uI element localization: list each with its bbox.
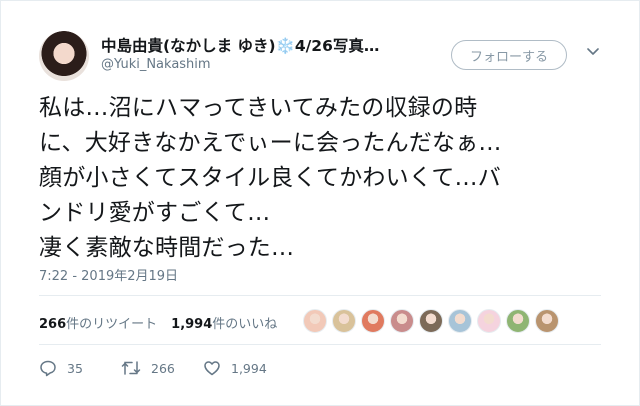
user-handle[interactable]: @Yuki_Nakashim <box>101 57 211 72</box>
liker-avatars <box>303 309 564 333</box>
like-stat-label: 件のいいね <box>212 317 278 332</box>
like-count: 1,994 <box>171 317 213 332</box>
like-action-count: 1,994 <box>231 360 267 376</box>
tweet-card: 中島由貴(なかしま ゆき)❄️4/26写真… @Yuki_Nakashim フォ… <box>0 0 640 406</box>
tweet-timestamp[interactable]: 7:22 - 2019年2月19日 <box>39 265 178 284</box>
retweet-button[interactable]: 266 <box>121 359 203 377</box>
tweet-text: 私は…沼にハマってきいてみたの収録の時 に、大好きなかえでぃーに会ったんだなぁ…… <box>39 95 502 261</box>
liker-avatar[interactable] <box>448 309 472 333</box>
liker-avatar[interactable] <box>535 309 559 333</box>
liker-avatar[interactable] <box>477 309 501 333</box>
divider <box>39 295 601 296</box>
tweet-stats: 266件のリツイート 1,994件のいいね <box>39 313 277 332</box>
chevron-down-icon[interactable] <box>585 44 601 60</box>
liker-avatar[interactable] <box>303 309 327 333</box>
follow-button[interactable]: フォローする <box>451 40 567 70</box>
like-stat[interactable]: 1,994件のいいね <box>171 317 277 332</box>
liker-avatar[interactable] <box>390 309 414 333</box>
liker-avatar[interactable] <box>419 309 443 333</box>
profile-avatar[interactable] <box>39 31 89 81</box>
retweet-stat-label: 件のリツイート <box>66 317 158 332</box>
reply-button[interactable]: 35 <box>39 359 121 377</box>
like-button[interactable]: 1,994 <box>203 359 303 377</box>
retweet-stat[interactable]: 266件のリツイート <box>39 317 157 332</box>
reply-count: 35 <box>67 360 83 376</box>
reply-icon <box>39 359 57 377</box>
liker-avatar[interactable] <box>506 309 530 333</box>
retweet-action-count: 266 <box>151 360 175 376</box>
heart-icon <box>203 359 221 377</box>
display-name[interactable]: 中島由貴(なかしま ゆき)❄️4/26写真… <box>101 34 379 56</box>
retweet-icon <box>121 359 141 377</box>
divider <box>39 344 601 345</box>
liker-avatar[interactable] <box>332 309 356 333</box>
liker-avatar[interactable] <box>361 309 385 333</box>
tweet-actions: 35 266 1,994 <box>39 358 303 378</box>
retweet-count: 266 <box>39 317 67 332</box>
